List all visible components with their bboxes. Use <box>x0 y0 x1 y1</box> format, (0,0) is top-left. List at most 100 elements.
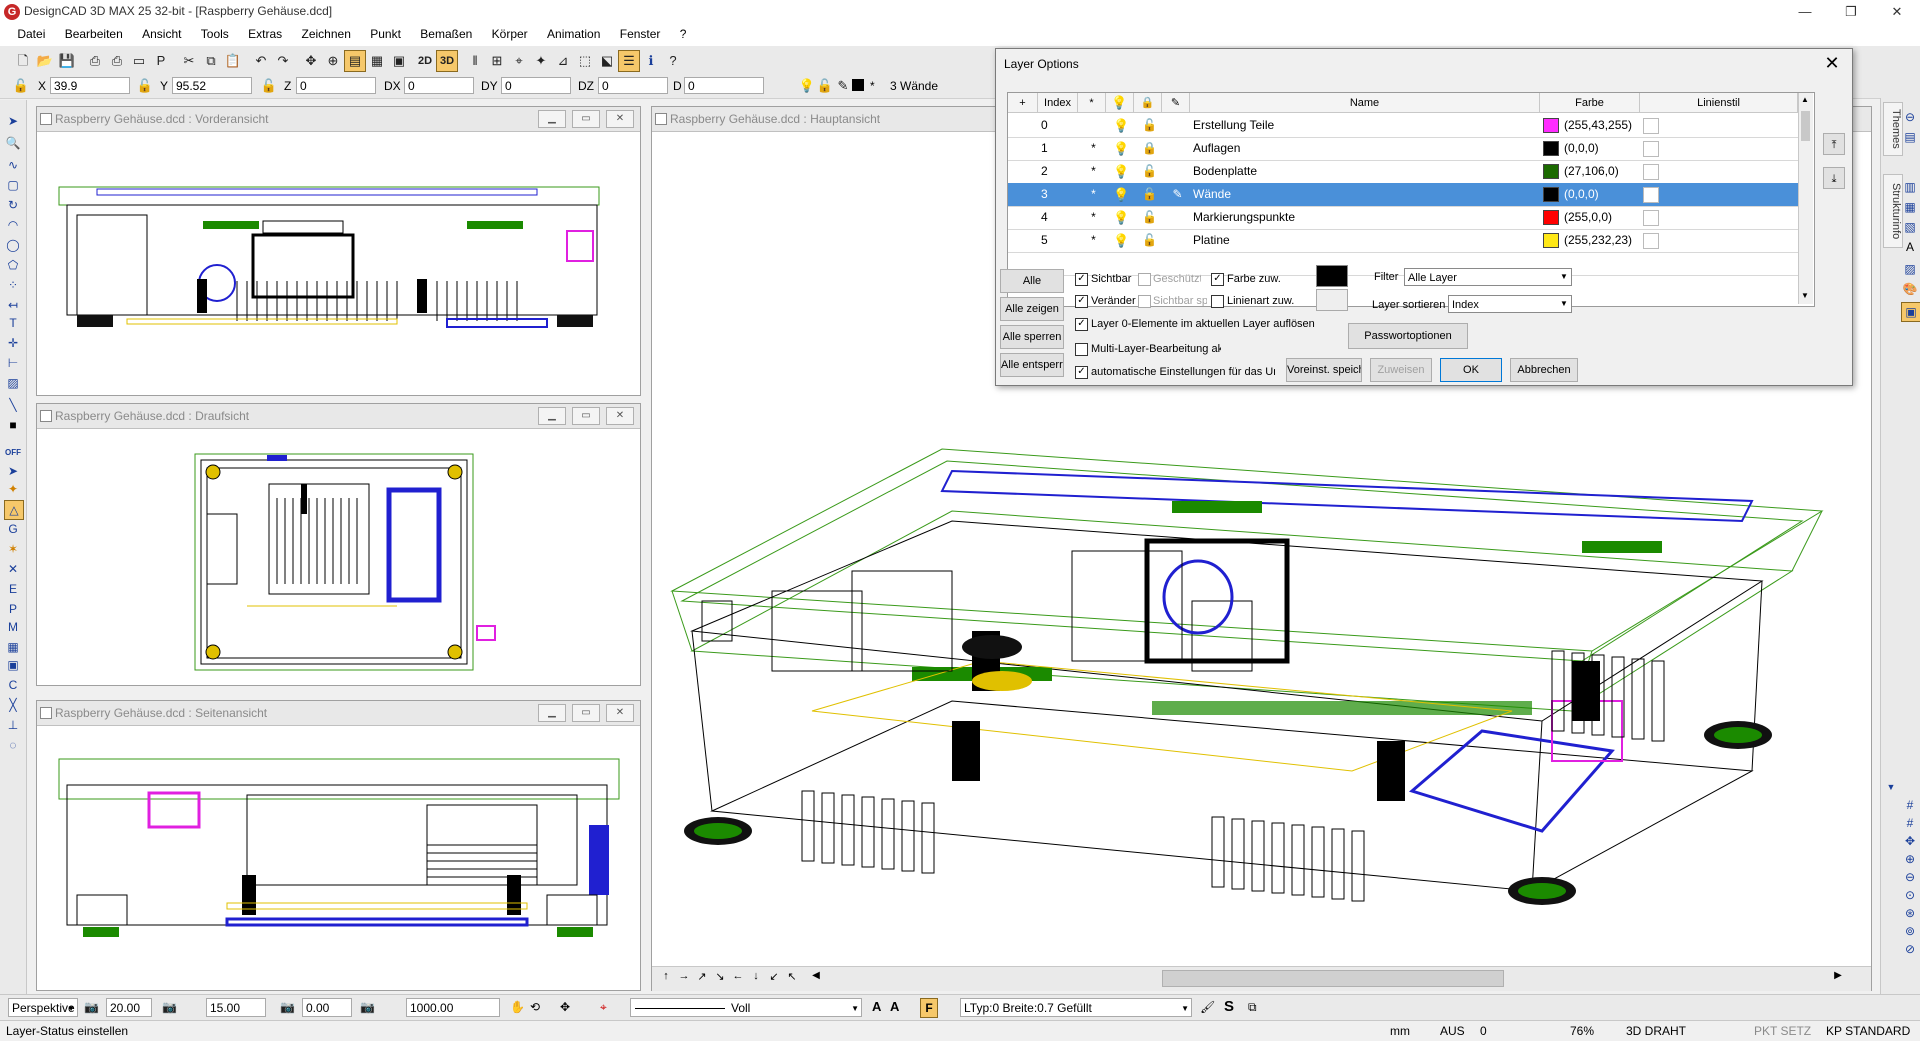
layer-visible-toggle[interactable]: 💡 <box>1106 183 1134 206</box>
layer-linestyle-cell[interactable] <box>1640 114 1798 137</box>
layer-lock-toggle[interactable]: 🔒 <box>1134 137 1162 160</box>
layer-linestyle-cell[interactable] <box>1640 183 1798 206</box>
layer-linestyle-cell[interactable] <box>1640 206 1798 229</box>
camera-icon[interactable]: 📷 <box>84 1000 99 1014</box>
save-icon[interactable]: 💾 <box>56 50 78 72</box>
measure-icon[interactable]: ⊿ <box>552 50 574 72</box>
layer-triangle-icon[interactable]: △ <box>4 500 24 520</box>
menu-tools[interactable]: Tools <box>193 24 237 44</box>
handles-icon[interactable]: ⬕ <box>596 50 618 72</box>
current-layer-label[interactable]: 3 Wände <box>890 79 938 93</box>
scroll-right-icon[interactable]: ▶ <box>1830 970 1846 986</box>
properties-icon[interactable]: P <box>150 50 172 72</box>
layer-color-cell[interactable]: (27,106,0) <box>1540 160 1640 183</box>
layer-star[interactable] <box>1078 114 1106 137</box>
arrow-diag2-icon[interactable]: ↘ <box>712 970 728 986</box>
camera3-icon[interactable]: 📷 <box>280 1000 295 1014</box>
layer-color-swatch[interactable] <box>852 79 864 91</box>
menu-bemassen[interactable]: Bemaßen <box>412 24 480 44</box>
header-visible[interactable]: 💡 <box>1106 93 1134 113</box>
viewport-minimize-button[interactable]: ▁ <box>538 407 566 425</box>
camera2-icon[interactable]: 📷 <box>162 1000 177 1014</box>
snap-point-icon[interactable]: ✦ <box>530 50 552 72</box>
orbit-icon[interactable]: ⟲ <box>530 1000 540 1014</box>
unlock-all-button[interactable]: Alle entsperren <box>1000 353 1064 377</box>
checkbox-assign-color[interactable]: ✓ <box>1211 273 1224 286</box>
hand-pan-icon[interactable]: ✋ <box>510 1000 525 1014</box>
layer-name[interactable]: Auflagen <box>1190 137 1540 160</box>
arrow-down-icon[interactable]: ↓ <box>748 970 764 986</box>
show-all-button[interactable]: Alle zeigen <box>1000 297 1064 321</box>
palette-icon[interactable]: 🎨 <box>1901 280 1919 298</box>
checkbox-layer0[interactable]: ✓ <box>1075 318 1088 331</box>
checkbox-editable[interactable]: ✓ <box>1075 295 1088 308</box>
checkbox-assign-linetype[interactable] <box>1211 295 1224 308</box>
viewport-side[interactable]: Raspberry Gehäuse.dcd : Seitenansicht ▁ ▭… <box>36 700 641 991</box>
zoom-out-icon[interactable]: ⊖ <box>1901 868 1919 886</box>
viewport-minimize-button[interactable]: ▁ <box>538 704 566 722</box>
line-icon[interactable]: ╲ <box>4 396 22 414</box>
table-vertical-scrollbar[interactable]: ▲ ▼ <box>1798 93 1813 304</box>
layer-color-cell[interactable]: (255,232,23) <box>1540 229 1640 252</box>
info-icon[interactable]: ℹ <box>640 50 662 72</box>
z-field[interactable]: 0 <box>296 77 376 94</box>
snap-grid-icon[interactable]: ▦ <box>4 638 22 656</box>
menu-help[interactable]: ? <box>672 24 695 44</box>
scroll-left-icon[interactable]: ◀ <box>808 970 824 986</box>
x-field[interactable]: 39.9 <box>50 77 130 94</box>
header-name[interactable]: Name <box>1190 93 1540 113</box>
value-field-1[interactable]: 20.00 <box>106 998 152 1017</box>
layer-row[interactable]: 0 💡 🔓 Erstellung Teile (255,43,255) <box>1008 114 1798 138</box>
snap-p-icon[interactable]: P <box>4 600 22 618</box>
layer-name[interactable]: Bodenplatte <box>1190 160 1540 183</box>
value-field-2[interactable]: 15.00 <box>206 998 266 1017</box>
row-add-cell[interactable] <box>1008 229 1038 252</box>
layer-linestyle-cell[interactable] <box>1640 160 1798 183</box>
camera4-icon[interactable]: 📷 <box>360 1000 375 1014</box>
print-icon[interactable]: ⎙ <box>84 50 106 72</box>
close-window-button[interactable]: ✕ <box>1874 0 1920 24</box>
snap-box-icon[interactable]: ▣ <box>4 656 22 674</box>
fill-icon[interactable]: ■ <box>4 416 22 434</box>
target-icon[interactable]: ⌖ <box>600 1000 607 1015</box>
text-style-icon[interactable]: A <box>1901 238 1919 256</box>
layer-color-cell[interactable]: (255,0,0) <box>1540 206 1640 229</box>
sort-select[interactable]: Index ▼ <box>1448 295 1572 313</box>
layer-edit-toggle[interactable] <box>1162 137 1190 160</box>
point-tool-icon[interactable]: ⌖ <box>508 50 530 72</box>
lock-y-icon[interactable]: 🔓 <box>134 75 156 97</box>
zoom-window-icon[interactable]: ⊕ <box>322 50 344 72</box>
layer-lock-toggle[interactable]: 🔓 <box>1134 183 1162 206</box>
selection-icon[interactable]: ⬚ <box>574 50 596 72</box>
filter-select[interactable]: Alle Layer ▼ <box>1404 268 1572 286</box>
snap-g-icon[interactable]: G <box>4 520 22 538</box>
panel3-icon[interactable]: ▦ <box>1901 198 1919 216</box>
zoom-prev-icon[interactable]: ⊛ <box>1901 904 1919 922</box>
restore-button[interactable]: ❐ <box>1828 0 1874 24</box>
viewport-front[interactable]: Raspberry Gehäuse.dcd : Vorderansicht ▁ ▭… <box>36 106 641 396</box>
header-style[interactable]: Linienstil <box>1640 93 1798 113</box>
scroll-down-icon[interactable]: ▼ <box>1882 778 1900 796</box>
layer-visible-toggle[interactable]: 💡 <box>1106 206 1134 229</box>
layer-lock-toggle[interactable]: 🔓 <box>1134 229 1162 252</box>
line-info-select[interactable]: LTyp:0 Breite:0.7 Gefüllt ▼ <box>960 998 1192 1017</box>
checkbox-multi-layer[interactable] <box>1075 343 1088 356</box>
zoom-window-icon[interactable]: ⊙ <box>1901 886 1919 904</box>
curve-icon[interactable]: ∿ <box>4 156 22 174</box>
layer-color-cell[interactable]: (255,43,255) <box>1540 114 1640 137</box>
zoom-icon[interactable]: 🔍 <box>4 134 22 152</box>
paste-icon[interactable]: 📋 <box>222 50 244 72</box>
grid-points-icon[interactable]: ⁘ <box>4 276 22 294</box>
view-arrange-icon[interactable]: ⊞ <box>486 50 508 72</box>
layer-edit-toggle[interactable] <box>1162 114 1190 137</box>
row-add-cell[interactable] <box>1008 206 1038 229</box>
viewport-maximize-button[interactable]: ▭ <box>572 110 600 128</box>
y-field[interactable]: 95.52 <box>172 77 252 94</box>
layer-visible-toggle[interactable]: 💡 <box>1106 160 1134 183</box>
viewport-maximize-button[interactable]: ▭ <box>572 407 600 425</box>
layer-star[interactable]: * <box>1078 160 1106 183</box>
layer-row[interactable]: 1 * 💡 🔒 Auflagen (0,0,0) <box>1008 137 1798 161</box>
header-color[interactable]: Farbe <box>1540 93 1640 113</box>
minimize-button[interactable]: — <box>1782 0 1828 24</box>
snap-e-icon[interactable]: E <box>4 580 22 598</box>
